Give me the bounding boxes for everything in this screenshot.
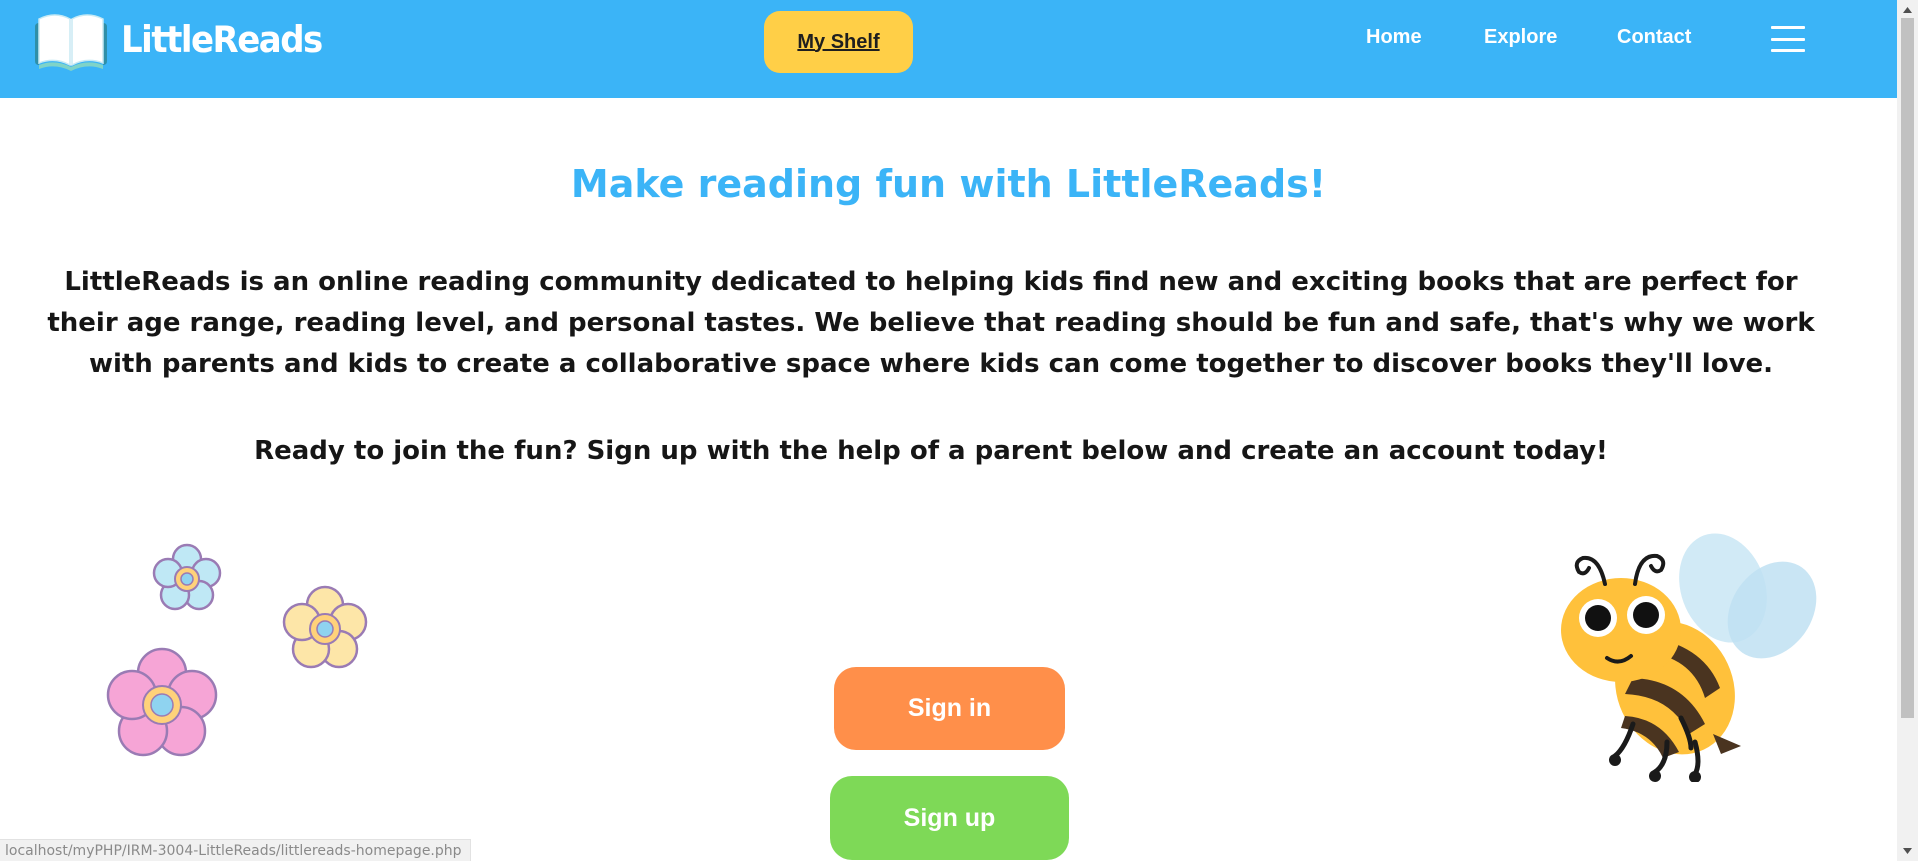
nav-explore-link[interactable]: Explore <box>1484 26 1557 49</box>
scroll-down-arrow-icon[interactable] <box>1897 843 1918 859</box>
scroll-up-arrow-icon[interactable] <box>1897 2 1918 18</box>
brand-logo[interactable]: LittleReads <box>31 9 323 71</box>
signup-call-to-action: Ready to join the fun? Sign up with the … <box>254 436 1608 466</box>
sign-in-button[interactable]: Sign in <box>834 667 1065 750</box>
link-status-bar: localhost/myPHP/IRM-3004-LittleReads/lit… <box>0 839 471 861</box>
flowers-illustration <box>106 543 368 757</box>
bee-illustration <box>1561 533 1817 782</box>
intro-paragraph: LittleReads is an online reading communi… <box>47 267 1815 379</box>
nav-contact-link[interactable]: Contact <box>1617 26 1691 49</box>
page-headline: Make reading fun with LittleReads! <box>570 162 1327 206</box>
browser-viewport: LittleReads My Shelf Home Explore Contac… <box>0 0 1918 861</box>
hamburger-icon[interactable] <box>1771 26 1805 52</box>
brand-name: LittleReads <box>121 18 323 62</box>
vertical-scrollbar[interactable] <box>1897 0 1918 861</box>
navbar: LittleReads My Shelf Home Explore Contac… <box>0 0 1897 98</box>
nav-home-link[interactable]: Home <box>1366 26 1422 49</box>
sign-up-button[interactable]: Sign up <box>830 776 1069 860</box>
scrollbar-thumb[interactable] <box>1901 18 1914 718</box>
my-shelf-button[interactable]: My Shelf <box>764 11 913 73</box>
page: LittleReads My Shelf Home Explore Contac… <box>0 0 1897 861</box>
open-book-icon <box>35 14 107 71</box>
